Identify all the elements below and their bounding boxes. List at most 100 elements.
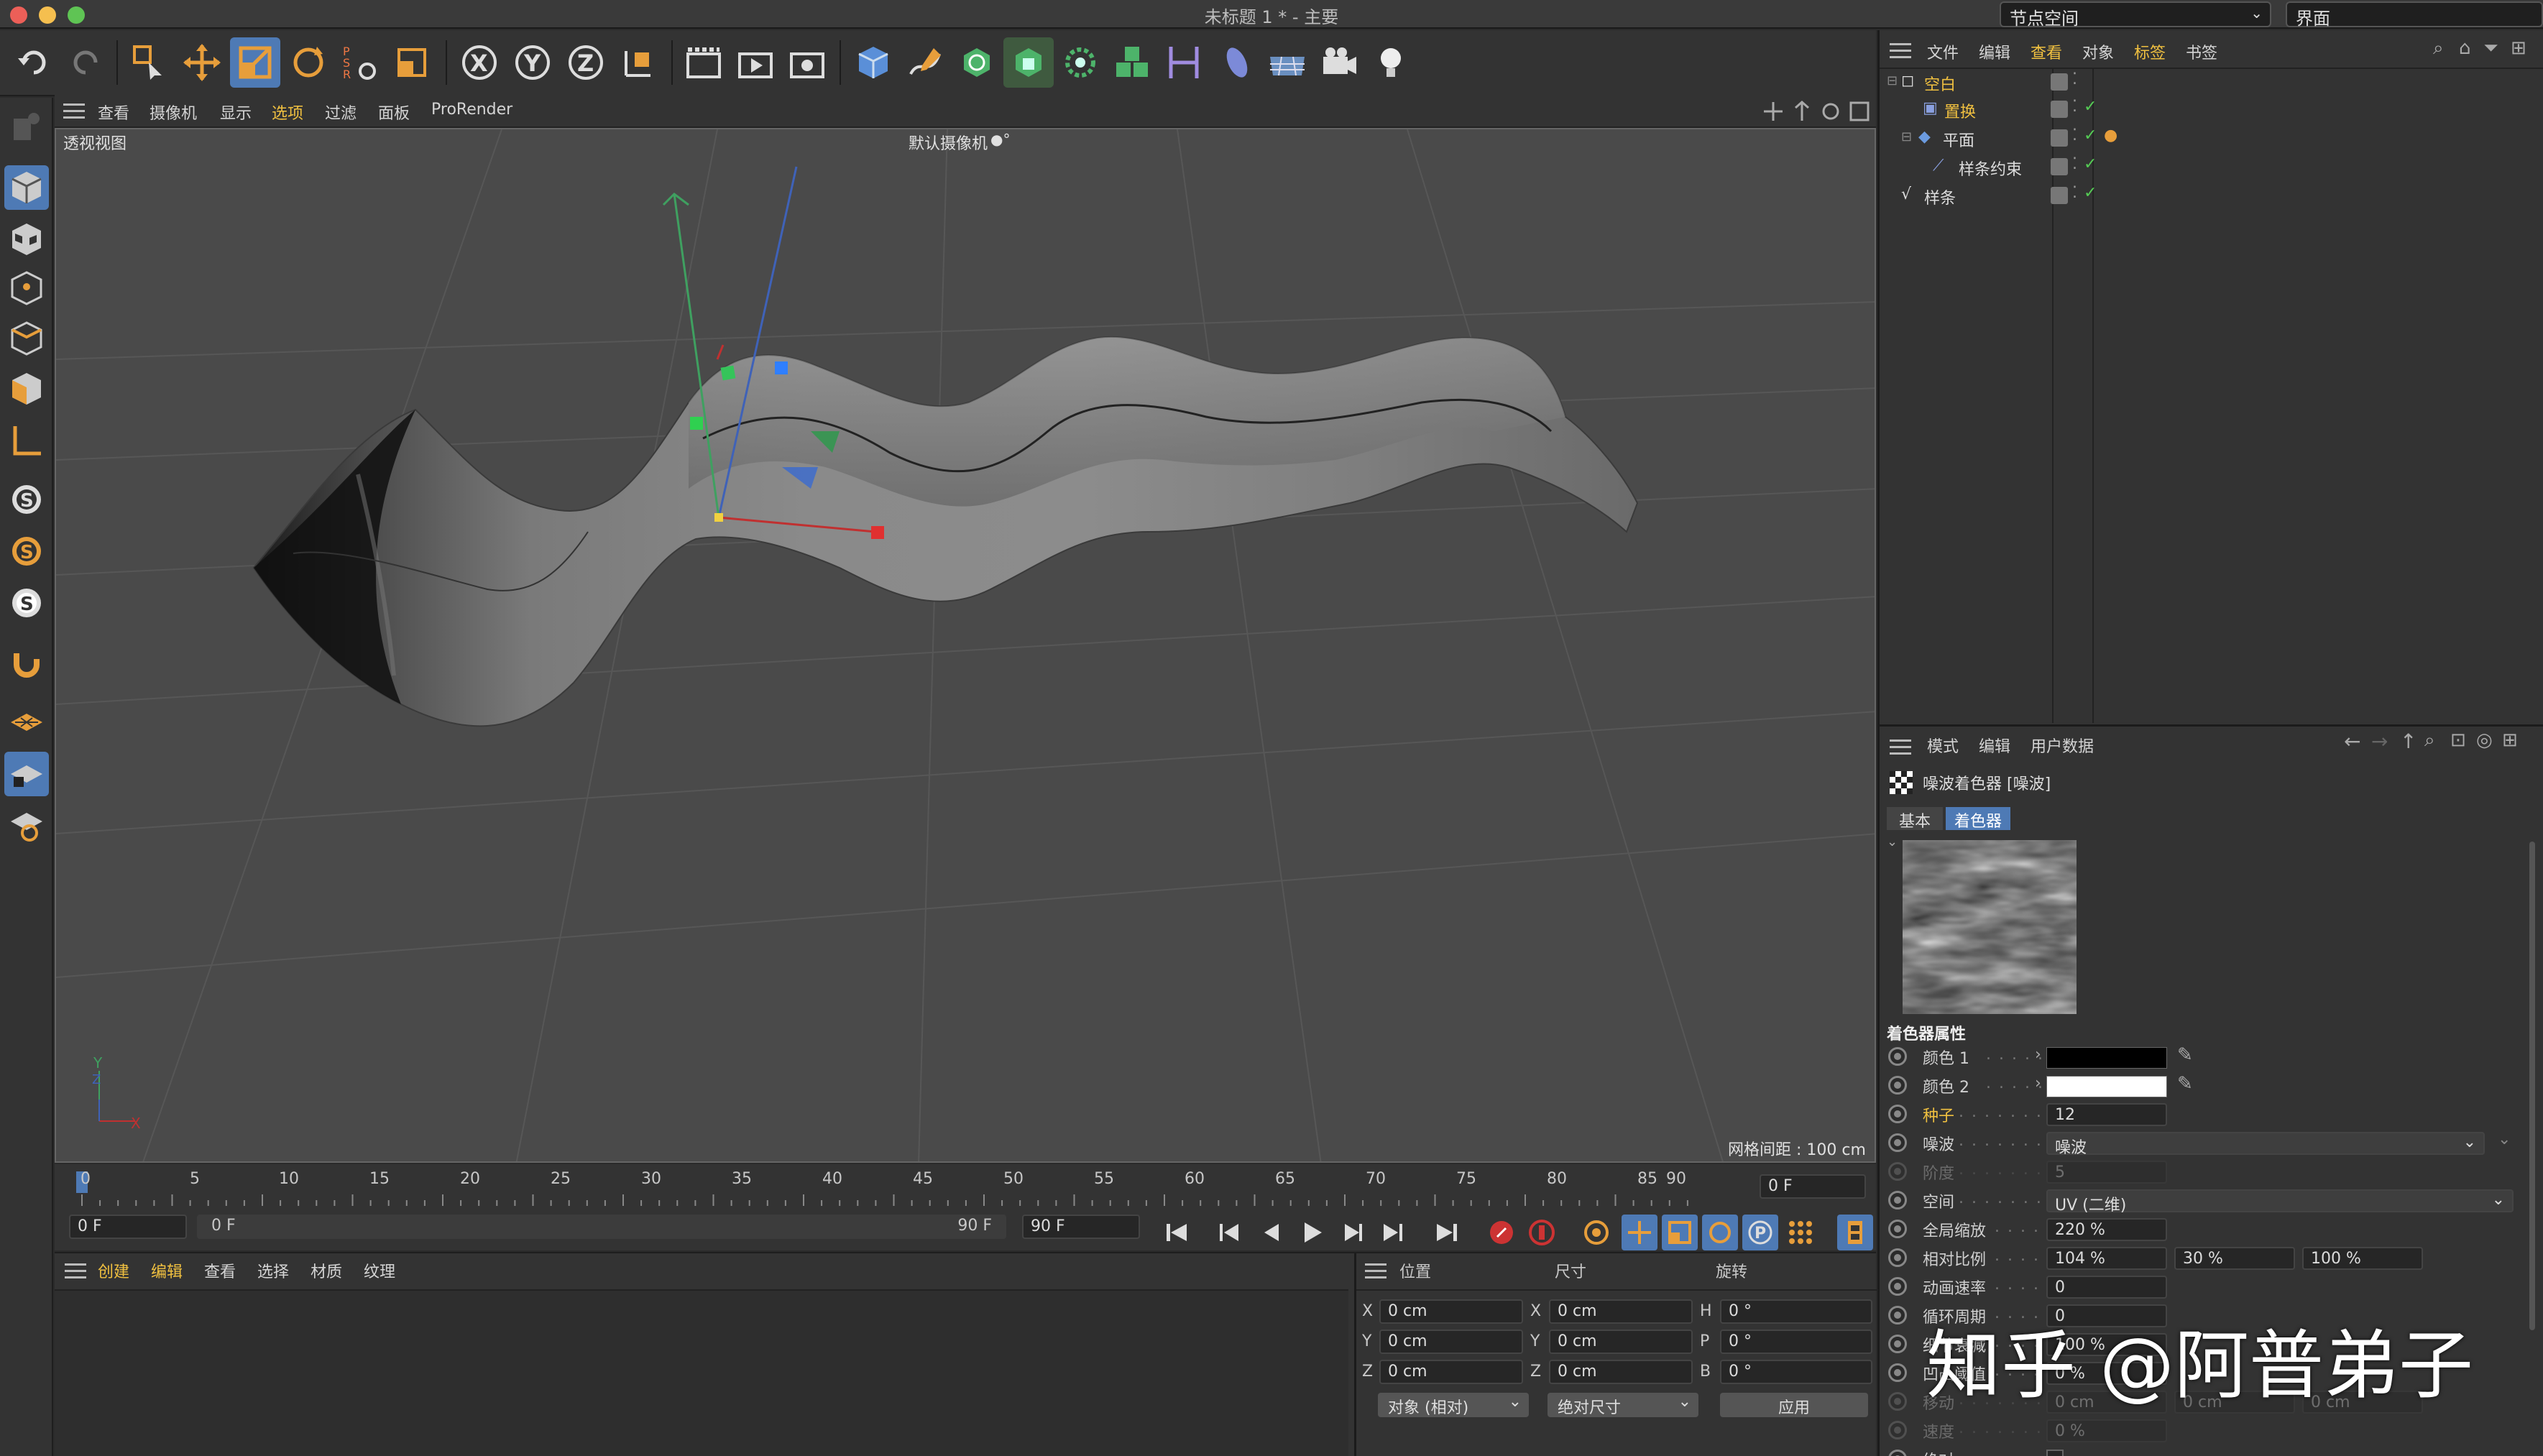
animate-radio-icon[interactable]	[1888, 1191, 1907, 1210]
collapse-icon[interactable]: ⊟	[1887, 73, 1898, 88]
materials-menu-texture[interactable]: 纹理	[364, 1259, 395, 1282]
key-position-button[interactable]	[1622, 1215, 1657, 1250]
tab-shader[interactable]: 着色器	[1946, 807, 2010, 831]
maximize-view-icon[interactable]	[1849, 101, 1870, 122]
recent-tool-button[interactable]: PSR	[335, 37, 385, 88]
pen-button[interactable]	[900, 37, 950, 88]
size-mode-select[interactable]: 绝对尺寸 ⌄	[1548, 1393, 1698, 1417]
timeline-ruler[interactable]: 0 5 10 15 20 25 30 35 40 45 50 55 60 65 …	[76, 1164, 1693, 1207]
previous-key-button[interactable]	[1212, 1215, 1248, 1250]
menu-icon[interactable]	[63, 103, 85, 119]
attributes-menu-mode[interactable]: 模式	[1927, 734, 1959, 757]
apply-button[interactable]: 应用	[1720, 1393, 1868, 1417]
previous-frame-button[interactable]	[1254, 1215, 1289, 1250]
keyframe-selection-button[interactable]	[1578, 1215, 1614, 1250]
object-row-spline[interactable]: √ 样条 ⁚ ✓	[1887, 183, 2534, 210]
axis-mode-button[interactable]	[4, 418, 49, 463]
key-pla-button[interactable]	[1783, 1215, 1818, 1250]
size-z-input[interactable]: 0 cm	[1549, 1360, 1693, 1384]
solo-button[interactable]: S	[4, 581, 49, 625]
current-frame-field[interactable]: 0 F	[1760, 1174, 1866, 1199]
filter-icon[interactable]: ⏷	[2483, 37, 2498, 60]
global-scale-input[interactable]: 220 %	[2046, 1218, 2167, 1241]
light-button[interactable]	[1366, 37, 1416, 88]
animate-radio-icon[interactable]	[1888, 1277, 1907, 1296]
eyedropper-icon[interactable]: ✎	[2177, 1073, 2193, 1095]
materials-menu-create[interactable]: 创建	[98, 1259, 129, 1282]
attributes-menu-user-data[interactable]: 用户数据	[2031, 734, 2094, 757]
enabled-check-icon[interactable]: ✓	[2084, 155, 2097, 173]
animate-radio-icon[interactable]	[1888, 1335, 1907, 1353]
target-icon[interactable]: ◎	[2476, 729, 2493, 751]
viewport-menu-display[interactable]: 显示	[220, 101, 252, 124]
pan-view-icon[interactable]	[1762, 101, 1784, 122]
visibility-dots-icon[interactable]: ⁚	[2072, 126, 2077, 144]
camera-label[interactable]: 默认摄像机	[909, 131, 988, 154]
materials-menu-view[interactable]: 查看	[204, 1259, 236, 1282]
timeline-window-button[interactable]	[1837, 1215, 1873, 1250]
relative-scale-z-input[interactable]: 100 %	[2302, 1247, 2423, 1270]
floor-button[interactable]	[1262, 37, 1312, 88]
go-to-start-button[interactable]	[1159, 1215, 1195, 1250]
scale-button[interactable]	[230, 37, 280, 88]
space-select[interactable]: UV (二维) ⌄	[2046, 1189, 2514, 1215]
environment-button[interactable]	[1210, 37, 1261, 88]
collapse-icon[interactable]: ⊟	[1901, 129, 1912, 144]
visibility-dots-icon[interactable]: ⁚	[2072, 155, 2077, 173]
materials-menu-material[interactable]: 材质	[311, 1259, 342, 1282]
orbit-view-icon[interactable]	[1820, 101, 1841, 122]
z-axis-lock-button[interactable]: Z	[561, 37, 611, 88]
move-button[interactable]	[177, 37, 227, 88]
seed-input[interactable]: 12	[2046, 1103, 2167, 1126]
visibility-dots-icon[interactable]: ⁚	[2072, 70, 2077, 88]
size-x-input[interactable]: 0 cm	[1549, 1299, 1693, 1324]
cube-button[interactable]	[848, 37, 898, 88]
collapse-preview-icon[interactable]: ⌄	[1887, 834, 1898, 849]
eyedropper-icon[interactable]: ✎	[2177, 1044, 2193, 1066]
materials-menu-edit[interactable]: 编辑	[151, 1259, 183, 1282]
layer-icon[interactable]	[2051, 73, 2068, 91]
extrude-button[interactable]	[1003, 37, 1054, 88]
object-row-plane[interactable]: ⊟ ◆ 平面 ⁚ ✓ ●	[1887, 125, 2534, 152]
relative-scale-x-input[interactable]: 104 %	[2046, 1247, 2167, 1270]
lock-icon[interactable]: ⊡	[2450, 729, 2466, 751]
expand-arrow-icon[interactable]: ›	[2035, 1074, 2041, 1092]
auto-key-button[interactable]	[1524, 1215, 1560, 1250]
rotation-h-input[interactable]: 0 °	[1720, 1299, 1872, 1324]
magnet-button[interactable]	[4, 641, 49, 686]
new-window-icon[interactable]: ⊞	[2511, 37, 2526, 59]
edges-mode-button[interactable]	[4, 316, 49, 361]
absolute-checkbox[interactable]	[2046, 1450, 2064, 1456]
materials-menu-select[interactable]: 选择	[257, 1259, 289, 1282]
attributes-scrollbar[interactable]	[2529, 842, 2535, 1330]
layer-icon[interactable]	[2051, 101, 2068, 118]
redo-button[interactable]	[60, 37, 111, 88]
coordinate-mode-select[interactable]: 对象 (相对) ⌄	[1378, 1393, 1529, 1417]
next-key-button[interactable]	[1374, 1215, 1410, 1250]
scale-model-button[interactable]	[387, 37, 437, 88]
layer-icon[interactable]	[2051, 158, 2068, 175]
undo-button[interactable]	[9, 37, 59, 88]
object-row-spline-wrap[interactable]: ⟋ 样条约束 ⁚ ✓	[1887, 154, 2534, 181]
workplane-button[interactable]	[4, 700, 49, 745]
objects-menu-bookmarks[interactable]: 书签	[2186, 40, 2217, 63]
animate-radio-icon[interactable]	[1888, 1076, 1907, 1095]
objects-menu-file[interactable]: 文件	[1927, 40, 1959, 63]
end-frame-field[interactable]: 90 F	[1022, 1215, 1140, 1239]
start-frame-field[interactable]: 0 F	[69, 1215, 187, 1239]
attributes-menu-edit[interactable]: 编辑	[1979, 734, 2010, 757]
rotation-b-input[interactable]: 0 °	[1720, 1360, 1872, 1384]
viewport-menu-panel[interactable]: 面板	[378, 101, 410, 124]
color-2-swatch[interactable]	[2046, 1076, 2167, 1097]
object-row-null[interactable]: ⊟ ◻ 空白 ⁚	[1887, 69, 2534, 96]
animate-radio-icon[interactable]	[1888, 1421, 1907, 1439]
model-mode-button[interactable]	[4, 165, 49, 210]
enabled-check-icon[interactable]: ✓	[2084, 184, 2097, 202]
objects-menu-view[interactable]: 查看	[2031, 40, 2062, 63]
coordinate-system-button[interactable]	[614, 37, 664, 88]
subdivision-button[interactable]	[952, 37, 1002, 88]
search-icon[interactable]: ⌕	[2433, 37, 2444, 60]
forward-arrow-icon[interactable]: →	[2371, 729, 2388, 753]
quantize-button[interactable]	[4, 802, 49, 847]
rotation-p-input[interactable]: 0 °	[1720, 1330, 1872, 1354]
